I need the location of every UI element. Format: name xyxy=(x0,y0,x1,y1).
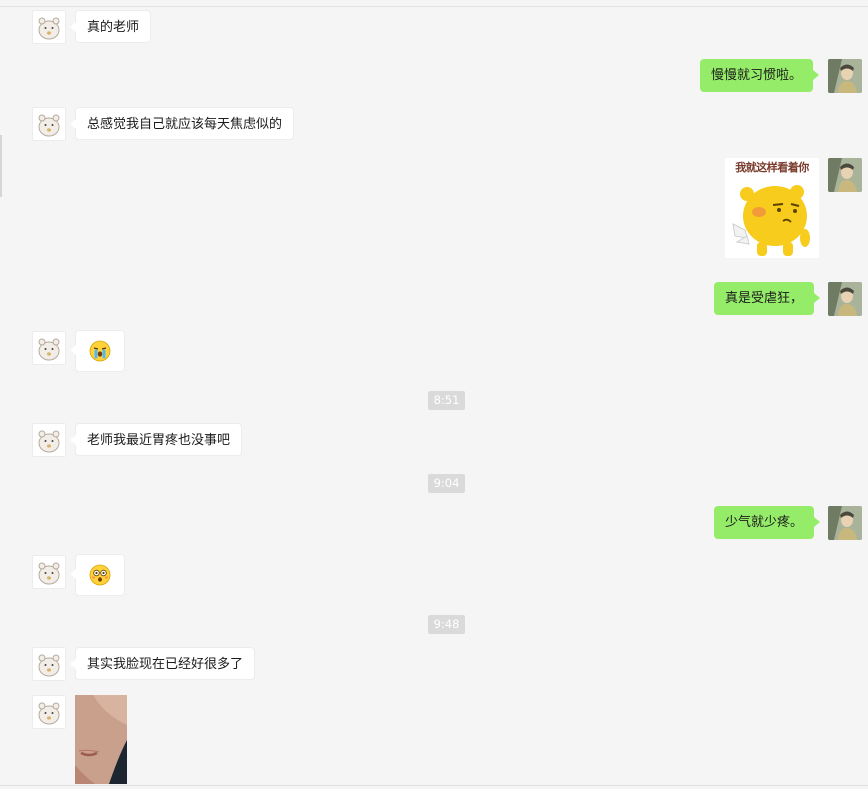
hamster-avatar-icon xyxy=(38,654,60,677)
message-incoming[interactable]: 总感觉我自己就应该每天焦虑似的 xyxy=(69,107,295,140)
hamster-avatar-icon xyxy=(38,338,60,361)
character-avatar-icon xyxy=(828,506,862,540)
photo-message[interactable] xyxy=(75,695,127,784)
contact-avatar[interactable] xyxy=(32,555,66,589)
my-avatar[interactable] xyxy=(828,506,862,540)
face-photo xyxy=(75,695,127,784)
timestamp: 9:48 xyxy=(428,615,465,634)
timestamp: 8:51 xyxy=(428,391,465,410)
character-avatar-icon xyxy=(828,59,862,93)
message-outgoing[interactable]: 少气就少疼。 xyxy=(714,506,821,539)
contact-avatar[interactable] xyxy=(32,647,66,681)
hamster-avatar-icon xyxy=(38,17,60,40)
message-outgoing[interactable]: 真是受虐狂， xyxy=(714,282,821,315)
character-avatar-icon xyxy=(828,282,862,316)
message-incoming[interactable]: 老师我最近胃疼也没事吧 xyxy=(69,423,243,456)
contact-avatar[interactable] xyxy=(32,695,66,729)
my-avatar[interactable] xyxy=(828,282,862,316)
crying-face-emoji-icon xyxy=(89,340,111,362)
my-avatar[interactable] xyxy=(828,158,862,192)
timestamp: 9:04 xyxy=(428,474,465,493)
hamster-avatar-icon xyxy=(38,562,60,585)
contact-avatar[interactable] xyxy=(32,423,66,457)
shocked-face-emoji-icon xyxy=(89,564,111,586)
character-avatar-icon xyxy=(828,158,862,192)
emoji-message[interactable] xyxy=(70,554,125,596)
hamster-avatar-icon xyxy=(38,702,60,725)
contact-avatar[interactable] xyxy=(32,107,66,141)
hamster-avatar-icon xyxy=(38,430,60,453)
my-avatar[interactable] xyxy=(828,59,862,93)
hamster-avatar-icon xyxy=(38,114,60,137)
contact-avatar[interactable] xyxy=(32,331,66,365)
top-divider xyxy=(0,6,868,7)
yellow-bear-sticker xyxy=(732,185,810,256)
message-outgoing[interactable]: 慢慢就习惯啦。 xyxy=(700,59,820,92)
scrollbar-thumb[interactable] xyxy=(0,135,2,197)
sticker-message[interactable]: 我就这样看着你 xyxy=(725,158,819,258)
message-incoming[interactable]: 其实我脸现在已经好很多了 xyxy=(69,647,256,680)
contact-avatar[interactable] xyxy=(32,10,66,44)
emoji-message[interactable] xyxy=(70,330,125,372)
message-incoming[interactable]: 真的老师 xyxy=(69,10,152,43)
bottom-divider xyxy=(0,785,868,786)
